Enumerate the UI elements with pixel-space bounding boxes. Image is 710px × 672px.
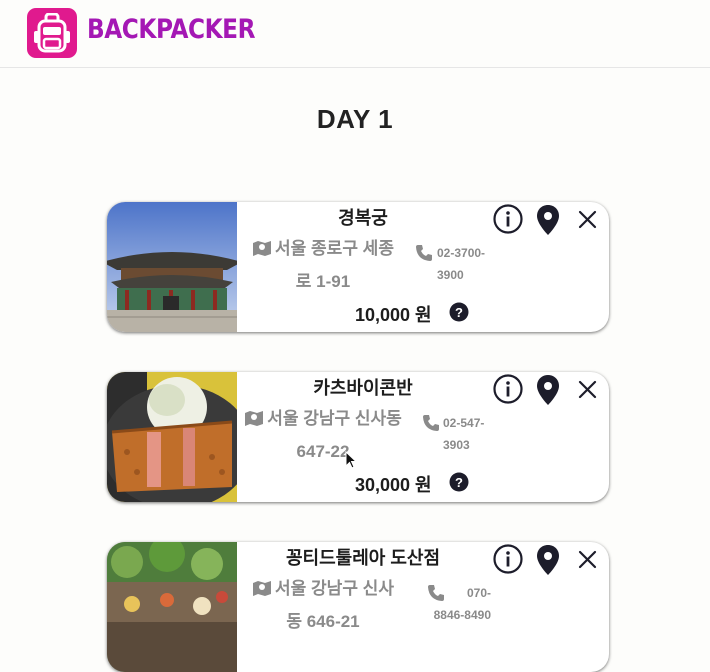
restaurant-photo xyxy=(107,542,237,672)
price: 10,000 원 xyxy=(355,305,432,325)
address-line-1: 서울 종로구 세종 xyxy=(275,239,394,258)
info-icon[interactable] xyxy=(493,204,523,234)
palace-photo xyxy=(107,202,237,332)
brand-name[interactable]: BACKPACKER xyxy=(87,14,255,45)
backpack-icon[interactable] xyxy=(27,8,77,58)
map-icon xyxy=(244,407,264,437)
info-icon[interactable] xyxy=(493,374,523,404)
location-pin-icon[interactable] xyxy=(536,204,560,236)
phone-icon xyxy=(423,415,439,431)
map-icon xyxy=(252,577,272,607)
place-name: 경복궁 xyxy=(338,208,388,228)
phone-line-1: 02-547- xyxy=(443,416,485,430)
svg-text:?: ? xyxy=(455,305,463,320)
phone-line-1: 070- xyxy=(466,586,491,600)
address-line-2: 동 646-21 xyxy=(286,612,360,631)
address: 서울 강남구 신사동 647-22 xyxy=(237,404,409,467)
phone-line-2: 3903 xyxy=(443,438,470,452)
location-pin-icon[interactable] xyxy=(536,544,560,576)
place-card[interactable]: 꽁티드툴레아 도산점 서울 강남구 신사 동 646-21 070- 8846-… xyxy=(107,542,609,672)
place-name: 꽁티드툴레아 도산점 xyxy=(285,548,441,568)
close-icon[interactable] xyxy=(578,380,597,399)
price: 30,000 원 xyxy=(355,475,432,495)
address-line-1: 서울 강남구 신사동 xyxy=(267,409,402,428)
location-pin-icon[interactable] xyxy=(536,374,560,406)
phone-line-2: 8846-8490 xyxy=(433,608,491,622)
svg-text:?: ? xyxy=(455,475,463,490)
app-header: BACKPACKER xyxy=(0,0,710,68)
close-icon[interactable] xyxy=(578,210,597,229)
address-line-2: 647-22 xyxy=(296,442,350,461)
day-title: DAY 1 xyxy=(316,104,394,134)
place-card[interactable]: 경복궁 서울 종로구 세종 로 1-91 02-3700- 3900 10,00… xyxy=(107,202,609,332)
phone-icon xyxy=(416,245,432,261)
place-name: 카츠바이콘반 xyxy=(313,378,413,398)
phone-number: 02-547- 3903 xyxy=(443,412,503,456)
address-line-1: 서울 강남구 신사 xyxy=(275,579,394,598)
place-card[interactable]: 카츠바이콘반 서울 강남구 신사동 647-22 02-547- 3903 30… xyxy=(107,372,609,502)
phone-line-2: 3900 xyxy=(437,268,464,282)
mouse-cursor-icon xyxy=(345,451,357,469)
map-icon xyxy=(252,237,272,267)
phone-line-1: 02-3700- xyxy=(437,246,486,260)
close-icon[interactable] xyxy=(578,550,597,569)
info-icon[interactable] xyxy=(493,544,523,574)
help-icon[interactable]: ? xyxy=(449,302,469,322)
phone-number: 02-3700- 3900 xyxy=(437,242,497,286)
address: 서울 종로구 세종 로 1-91 xyxy=(241,234,405,297)
address-line-2: 로 1-91 xyxy=(295,272,351,291)
help-icon[interactable]: ? xyxy=(449,472,469,492)
tonkatsu-photo xyxy=(107,372,237,502)
phone-number: 070- 8846-8490 xyxy=(421,582,491,626)
